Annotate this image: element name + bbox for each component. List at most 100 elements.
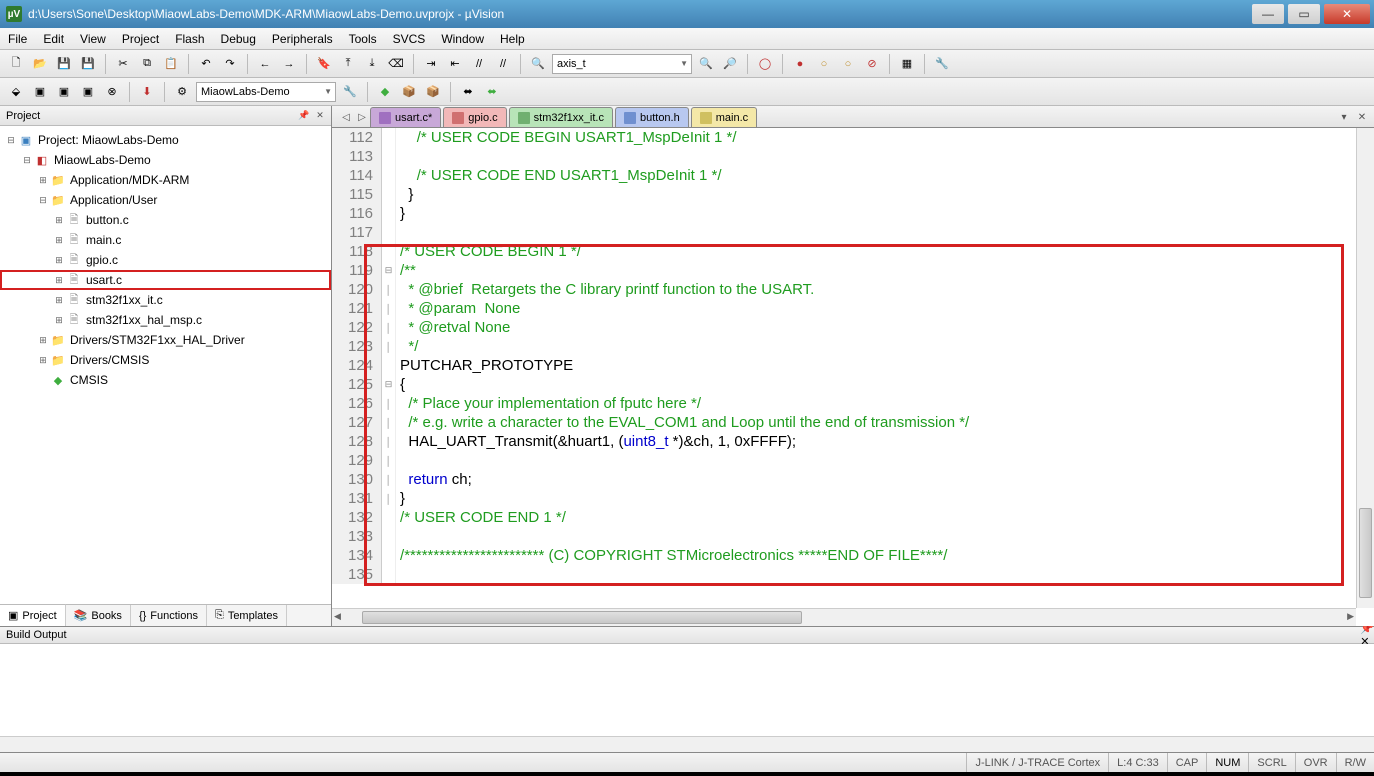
menu-help[interactable]: Help — [500, 32, 525, 46]
save-icon[interactable]: 💾 — [54, 54, 74, 74]
bookmark-icon[interactable]: 🔖 — [314, 54, 334, 74]
options-icon[interactable]: 🔧 — [340, 82, 360, 102]
undo-icon[interactable]: ↶ — [196, 54, 216, 74]
bookmark-next-icon[interactable]: ⤓ — [362, 54, 382, 74]
manage-rte-icon[interactable]: ◆ — [375, 82, 395, 102]
file-tab-usart-c-[interactable]: usart.c* — [370, 107, 441, 127]
save-all-icon[interactable]: 💾 — [78, 54, 98, 74]
select-packs-icon[interactable]: 📦 — [399, 82, 419, 102]
manage-multi-icon[interactable]: ⬌ — [482, 82, 502, 102]
tree-twist-icon[interactable]: ⊞ — [52, 315, 66, 326]
close-button[interactable]: ✕ — [1324, 4, 1370, 24]
file-tab-stm32f1xx_it-c[interactable]: stm32f1xx_it.c — [509, 107, 613, 127]
batch-build-icon[interactable]: ▣ — [78, 82, 98, 102]
tree-twist-icon[interactable]: ⊞ — [52, 235, 66, 246]
tree-twist-icon[interactable]: ⊞ — [36, 335, 50, 346]
tree-group-cmsis[interactable]: ◆CMSIS — [0, 370, 331, 390]
tree-twist-icon[interactable]: ⊞ — [36, 175, 50, 186]
side-tab-books[interactable]: 📚Books — [66, 605, 131, 626]
open-file-icon[interactable]: 📂 — [30, 54, 50, 74]
panel-close-icon[interactable]: ✕ — [313, 109, 327, 123]
bookmark-clear-icon[interactable]: ⌫ — [386, 54, 406, 74]
build-output-body[interactable] — [0, 644, 1374, 736]
configure-icon[interactable]: 🔧 — [932, 54, 952, 74]
build-hscroll[interactable] — [0, 736, 1374, 752]
tree-group-drivers-cmsis[interactable]: ⊞📁Drivers/CMSIS — [0, 350, 331, 370]
breakpoint-kill-icon[interactable]: ⊘ — [862, 54, 882, 74]
translate-icon[interactable]: ⬙ — [6, 82, 26, 102]
side-tab-project[interactable]: ▣Project — [0, 604, 66, 626]
comment-icon[interactable]: // — [469, 54, 489, 74]
tree-file-button-c[interactable]: ⊞🗎button.c — [0, 210, 331, 230]
outdent-icon[interactable]: ⇤ — [445, 54, 465, 74]
panel-pin-icon[interactable]: 📌 — [297, 109, 311, 123]
vertical-scrollbar[interactable] — [1356, 128, 1374, 608]
menu-edit[interactable]: Edit — [43, 32, 64, 46]
find-combo[interactable]: axis_t▼ — [552, 54, 692, 74]
tree-twist-icon[interactable]: ⊟ — [4, 135, 18, 146]
pack-installer-icon[interactable]: 📦 — [423, 82, 443, 102]
file-tab-button-h[interactable]: button.h — [615, 107, 689, 127]
tree-twist-icon[interactable]: ⊟ — [36, 195, 50, 206]
menu-view[interactable]: View — [80, 32, 106, 46]
tree-twist-icon[interactable]: ⊞ — [52, 215, 66, 226]
bookmark-prev-icon[interactable]: ⤒ — [338, 54, 358, 74]
download-icon[interactable]: ⬇ — [137, 82, 157, 102]
redo-icon[interactable]: ↷ — [220, 54, 240, 74]
project-tree[interactable]: ⊟▣Project: MiaowLabs-Demo⊟◧MiaowLabs-Dem… — [0, 126, 331, 604]
tree-file-stm32f1xx_it-c[interactable]: ⊞🗎stm32f1xx_it.c — [0, 290, 331, 310]
tree-file-stm32f1xx_hal_msp-c[interactable]: ⊞🗎stm32f1xx_hal_msp.c — [0, 310, 331, 330]
menu-debug[interactable]: Debug — [221, 32, 256, 46]
menu-flash[interactable]: Flash — [175, 32, 204, 46]
tree-twist-icon[interactable]: ⊞ — [52, 295, 66, 306]
menu-project[interactable]: Project — [122, 32, 159, 46]
indent-icon[interactable]: ⇥ — [421, 54, 441, 74]
paste-icon[interactable]: 📋 — [161, 54, 181, 74]
tree-file-gpio-c[interactable]: ⊞🗎gpio.c — [0, 250, 331, 270]
tab-nav-fwd-icon[interactable]: ▷ — [354, 109, 370, 125]
tree-file-main-c[interactable]: ⊞🗎main.c — [0, 230, 331, 250]
build-icon[interactable]: ▣ — [30, 82, 50, 102]
tree-file-usart-c[interactable]: ⊞🗎usart.c — [0, 270, 331, 290]
tree-group-drivers-stm32f1xx_hal_driver[interactable]: ⊞📁Drivers/STM32F1xx_HAL_Driver — [0, 330, 331, 350]
breakpoint-enable-icon[interactable]: ○ — [814, 54, 834, 74]
find-in-files-icon[interactable]: 🔍 — [696, 54, 716, 74]
nav-back-icon[interactable]: ← — [255, 54, 275, 74]
menu-window[interactable]: Window — [441, 32, 484, 46]
cut-icon[interactable]: ✂ — [113, 54, 133, 74]
horizontal-scrollbar[interactable]: ◀ ▶ — [332, 608, 1356, 626]
target-combo[interactable]: MiaowLabs-Demo▼ — [196, 82, 336, 102]
target-options-icon[interactable]: ⚙ — [172, 82, 192, 102]
breakpoint-disable-icon[interactable]: ○ — [838, 54, 858, 74]
rebuild-icon[interactable]: ▣ — [54, 82, 74, 102]
uncomment-icon[interactable]: // — [493, 54, 513, 74]
tree-project-root[interactable]: ⊟▣Project: MiaowLabs-Demo — [0, 130, 331, 150]
tree-group-application-user[interactable]: ⊟📁Application/User — [0, 190, 331, 210]
incremental-find-icon[interactable]: 🔎 — [720, 54, 740, 74]
maximize-button[interactable]: ▭ — [1288, 4, 1320, 24]
tree-twist-icon[interactable]: ⊞ — [52, 275, 66, 286]
tree-target[interactable]: ⊟◧MiaowLabs-Demo — [0, 150, 331, 170]
find-icon[interactable]: 🔍 — [528, 54, 548, 74]
new-file-icon[interactable]: 🗋 — [6, 54, 26, 74]
stop-build-icon[interactable]: ⊗ — [102, 82, 122, 102]
manage-project-icon[interactable]: ⬌ — [458, 82, 478, 102]
tree-group-application-mdk-arm[interactable]: ⊞📁Application/MDK-ARM — [0, 170, 331, 190]
menu-tools[interactable]: Tools — [349, 32, 377, 46]
debug-icon[interactable]: ◯ — [755, 54, 775, 74]
file-tab-gpio-c[interactable]: gpio.c — [443, 107, 506, 127]
tree-twist-icon[interactable]: ⊟ — [20, 155, 34, 166]
tree-twist-icon[interactable]: ⊞ — [36, 355, 50, 366]
tab-close-icon[interactable]: ✕ — [1354, 109, 1370, 125]
breakpoint-insert-icon[interactable]: ● — [790, 54, 810, 74]
side-tab-functions[interactable]: {}Functions — [131, 605, 207, 626]
tree-twist-icon[interactable]: ⊞ — [52, 255, 66, 266]
file-tab-main-c[interactable]: main.c — [691, 107, 757, 127]
minimize-button[interactable]: — — [1252, 4, 1284, 24]
tab-menu-icon[interactable]: ▾ — [1336, 109, 1352, 125]
menu-peripherals[interactable]: Peripherals — [272, 32, 333, 46]
code-editor[interactable]: 1121131141151161171181191201211221231241… — [332, 128, 1374, 626]
copy-icon[interactable]: ⧉ — [137, 54, 157, 74]
menu-file[interactable]: File — [8, 32, 27, 46]
menu-svcs[interactable]: SVCS — [393, 32, 426, 46]
